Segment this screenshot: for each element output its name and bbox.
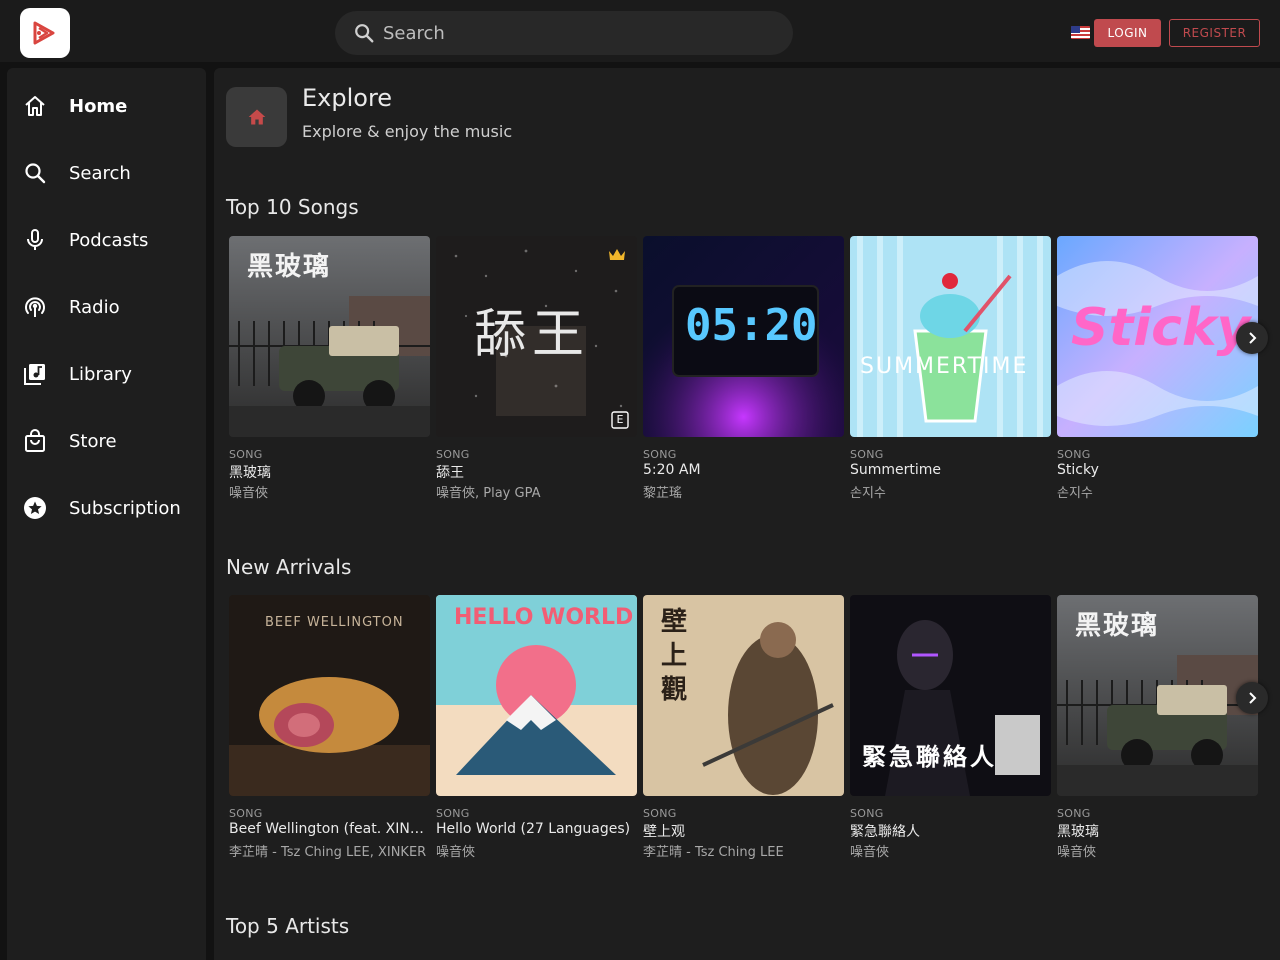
card-type: SONG [1057,807,1091,820]
cover-text: 緊急聯絡人 [862,743,997,771]
song-title[interactable]: 舔王 [436,462,637,482]
song-artist[interactable]: 噪音俠 [436,841,637,860]
sidebar-item-podcasts[interactable]: Podcasts [7,215,206,265]
search-input[interactable] [383,22,763,44]
song-artist[interactable]: 噪音俠 [229,482,430,501]
chevron-right-icon [1249,332,1257,344]
microphone-icon [27,229,43,250]
song-artist[interactable]: 黎芷瑤 [643,482,844,501]
scroll-right-button[interactable] [1236,682,1268,714]
card-type: SONG [436,448,470,461]
song-title[interactable]: Sticky [1057,462,1258,478]
sidebar-item-label: Search [69,162,131,184]
chevron-right-icon [1249,692,1257,704]
sidebar-item-search[interactable]: Search [7,148,206,198]
main-content: Explore Explore & enjoy the music Top 10… [214,68,1280,960]
cover-text: 黑玻璃 [247,252,332,282]
cover-text: 舔王 [474,305,591,365]
sidebar: Home Search Podcasts Radio Library Store… [7,68,206,960]
album-cover[interactable] [850,236,1051,437]
sidebar-item-label: Store [69,430,117,452]
song-artist[interactable]: 李芷晴 - Tsz Ching LEE, XINKER [229,841,430,860]
crown-icon [609,249,625,260]
search-bar[interactable] [335,11,793,55]
cover-text: 05:20 [685,300,818,351]
sidebar-item-radio[interactable]: Radio [7,282,206,332]
section-title-top-songs[interactable]: Top 10 Songs [226,195,359,219]
card-type: SONG [643,807,677,820]
card-type: SONG [229,807,263,820]
card-type: SONG [643,448,677,461]
card-type: SONG [436,807,470,820]
song-title[interactable]: 5:20 AM [643,462,844,478]
song-title[interactable]: 黑玻璃 [1057,821,1258,841]
login-button[interactable]: LOGIN [1094,19,1161,47]
search-icon [355,24,374,43]
top-bar: LOGIN REGISTER [0,0,1280,62]
cover-text: BEEF WELLINGTON [265,615,404,630]
sidebar-item-label: Podcasts [69,229,149,251]
section-title-top-artists[interactable]: Top 5 Artists [226,914,349,938]
sidebar-item-store[interactable]: Store [7,416,206,466]
song-title[interactable]: 壁上观 [643,821,844,841]
song-artist[interactable]: 손지수 [1057,482,1258,501]
song-artist[interactable]: 噪音俠, Play GPA [436,482,637,501]
logo-icon [33,21,55,45]
explore-home-icon [226,87,287,147]
explicit-badge: E [616,413,624,426]
song-artist[interactable]: 손지수 [850,482,1051,501]
page-subtitle: Explore & enjoy the music [302,122,513,141]
song-title[interactable]: Beef Wellington (feat. XINKER) [229,821,430,837]
sidebar-item-label: Radio [69,296,120,318]
card-type: SONG [850,807,884,820]
section-title-new-arrivals[interactable]: New Arrivals [226,555,351,579]
cover-text: 黑玻璃 [1075,611,1160,641]
scroll-right-button[interactable] [1236,322,1268,354]
song-title[interactable]: 緊急聯絡人 [850,821,1051,841]
shopping-bag-icon [25,429,45,452]
home-icon [25,96,45,116]
cover-text: Sticky [1071,298,1251,358]
card-type: SONG [1057,448,1091,461]
sidebar-item-subscription[interactable]: Subscription [7,483,206,533]
radio-icon [25,297,45,317]
sidebar-item-home[interactable]: Home [7,81,206,131]
cover-text: 壁上觀 [661,607,688,705]
register-button[interactable]: REGISTER [1169,19,1260,47]
sidebar-item-label: Home [69,95,128,117]
sidebar-item-label: Library [69,363,132,385]
star-icon [24,497,46,519]
song-title[interactable]: 黑玻璃 [229,462,430,482]
sidebar-item-library[interactable]: Library [7,349,206,399]
sidebar-item-label: Subscription [69,497,181,519]
song-artist[interactable]: 噪音俠 [850,841,1051,860]
page-title: Explore [302,84,393,112]
library-icon [24,364,45,385]
song-artist[interactable]: 噪音俠 [1057,841,1258,860]
song-artist[interactable]: 李芷晴 - Tsz Ching LEE [643,841,844,860]
card-type: SONG [850,448,884,461]
song-title[interactable]: Summertime [850,462,1051,478]
song-title[interactable]: Hello World (27 Languages) [436,821,637,837]
us-flag-icon[interactable] [1071,26,1090,39]
search-icon [25,163,46,184]
app-logo[interactable] [20,8,70,58]
cover-text: HELLO WORLD [454,605,634,630]
cover-text: SUMMERTIME [860,354,1029,379]
card-type: SONG [229,448,263,461]
